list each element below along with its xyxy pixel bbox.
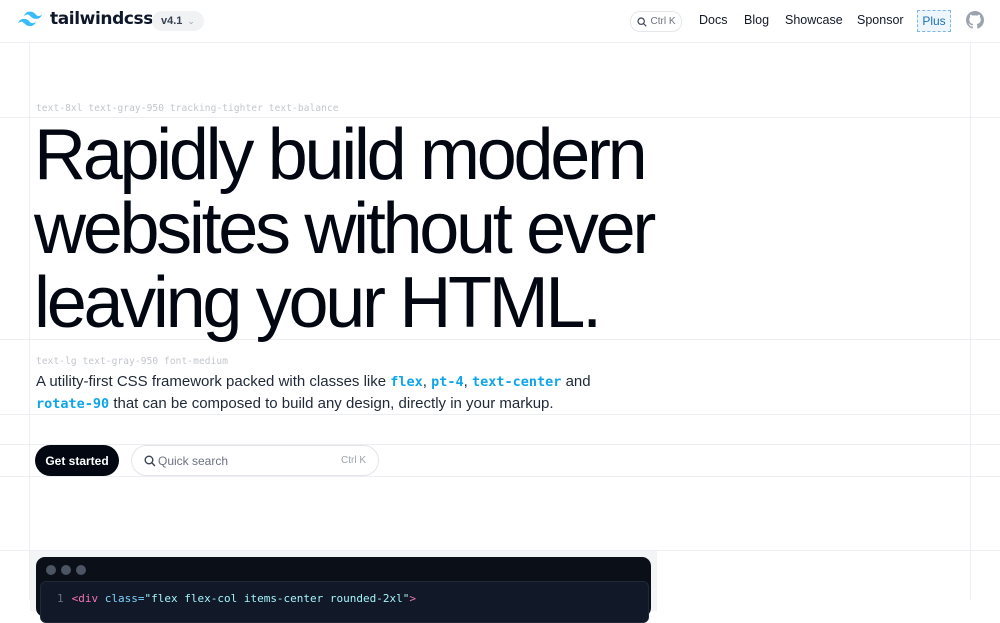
hero-headline: Rapidly build modern websites without ev… — [34, 118, 734, 340]
quick-search-placeholder: Quick search — [158, 454, 229, 468]
inline-code: pt-4 — [431, 374, 464, 390]
search-icon — [144, 455, 156, 467]
github-icon[interactable] — [966, 11, 984, 29]
headline-class-label: text-8xl text-gray-950 tracking-tighter … — [36, 103, 339, 114]
code-tag: > — [409, 592, 417, 605]
quick-search-shortcut: Ctrl K — [341, 455, 366, 466]
nav-docs[interactable]: Docs — [699, 13, 727, 27]
lead-text: , — [463, 373, 472, 390]
lead-text: A utility-first CSS framework packed wit… — [36, 373, 391, 390]
window-dot-icon — [61, 565, 71, 575]
lead-text: and — [561, 373, 591, 390]
lead-text: , — [422, 373, 432, 390]
headline-line: Rapidly build modern — [34, 115, 648, 195]
code-line: 1 <div class="flex flex-col items-center … — [57, 592, 416, 605]
window-dot-icon — [46, 565, 56, 575]
headline-line: websites without ever — [34, 189, 656, 269]
logo-text: tailwindcss — [50, 9, 153, 29]
version-label: v4.1 — [161, 15, 183, 27]
hero-lead: A utility-first CSS framework packed wit… — [36, 371, 636, 415]
get-started-button[interactable]: Get started — [35, 445, 119, 476]
code-attr: class= — [98, 592, 145, 605]
guide-line — [0, 476, 1000, 477]
code-string: "flex flex-col items-center rounded-2xl" — [144, 592, 410, 605]
code-editor: 1 <div class="flex flex-col items-center … — [40, 581, 649, 623]
nav-sponsor[interactable]: Sponsor — [857, 13, 904, 27]
header-search-button[interactable]: Ctrl K — [630, 11, 682, 32]
logo[interactable]: tailwindcss — [18, 9, 153, 29]
nav-blog[interactable]: Blog — [744, 13, 769, 27]
quick-search-input[interactable]: Quick search Ctrl K — [131, 445, 379, 476]
site-header: tailwindcss v4.1 ⌄ Ctrl K Docs Blog Show… — [0, 0, 1000, 43]
code-tag: <div — [71, 592, 99, 605]
tailwind-logo-icon — [18, 11, 42, 27]
chevron-down-icon: ⌄ — [187, 15, 195, 26]
lead-text: that can be composed to build any design… — [109, 395, 554, 412]
window-dot-icon — [76, 565, 86, 575]
inline-code: text-center — [472, 374, 562, 390]
search-shortcut: Ctrl K — [650, 16, 676, 27]
guide-line — [970, 0, 971, 600]
nav-plus[interactable]: Plus — [917, 10, 951, 32]
lead-class-label: text-lg text-gray-950 font-medium — [36, 356, 229, 367]
version-selector[interactable]: v4.1 ⌄ — [152, 11, 204, 31]
code-window: 1 <div class="flex flex-col items-center … — [36, 557, 651, 623]
search-icon — [636, 16, 647, 27]
nav-showcase[interactable]: Showcase — [785, 13, 843, 27]
headline-line: leaving your HTML. — [34, 263, 602, 343]
inline-code: flex — [390, 374, 423, 390]
inline-code: rotate-90 — [36, 396, 110, 412]
line-number: 1 — [57, 592, 64, 605]
guide-line — [29, 0, 30, 600]
